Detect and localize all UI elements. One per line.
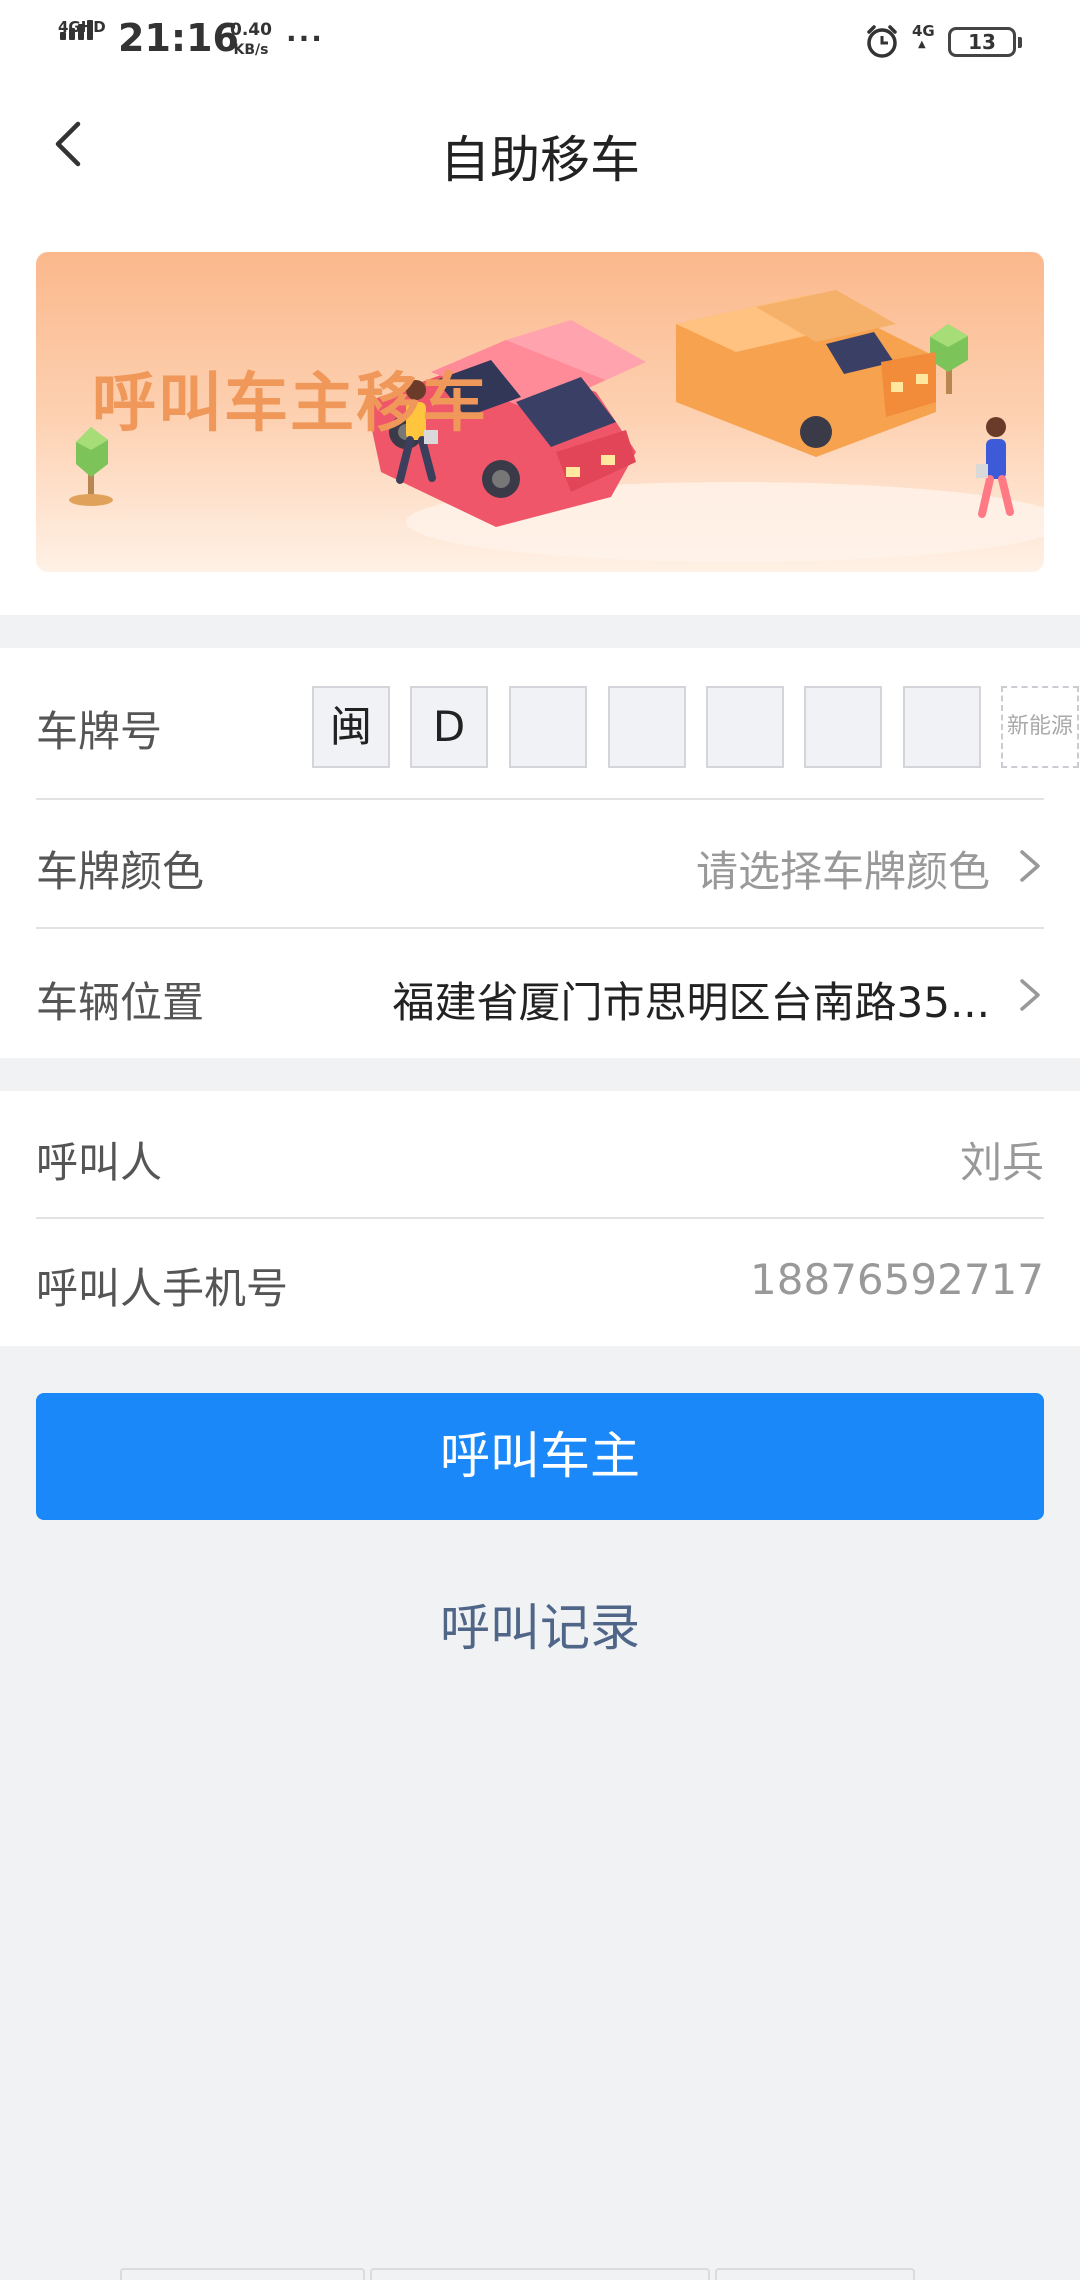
plate-char-cell[interactable] <box>804 686 882 768</box>
banner-section: 呼叫车主移车 <box>0 220 1080 615</box>
banner: 呼叫车主移车 <box>36 252 1044 572</box>
alarm-icon <box>867 25 897 58</box>
banner-title: 呼叫车主移车 <box>92 367 488 441</box>
plate-color-label: 车牌颜色 <box>36 847 205 896</box>
caller-phone-row: 呼叫人手机号 18876592717 <box>36 1219 1044 1346</box>
signal-icon: 4GHD <box>58 18 110 60</box>
vehicle-location-value: 福建省厦门市思明区台南路35... <box>392 978 991 1027</box>
vehicle-location-row[interactable]: 车辆位置 福建省厦门市思明区台南路35... <box>36 929 1044 1058</box>
network-type-right: 4G ▲ <box>912 22 935 50</box>
network-speed-value: 0.40 <box>230 20 272 40</box>
plate-color-row[interactable]: 车牌颜色 请选择车牌颜色 <box>36 800 1044 929</box>
call-records-link[interactable]: 呼叫记录 <box>0 1588 1080 1660</box>
plate-number-label: 车牌号 <box>36 707 163 756</box>
new-energy-plate-cell[interactable]: 新能源 <box>1001 686 1079 768</box>
chevron-right-icon <box>1020 979 1040 1011</box>
battery-level: 13 <box>968 30 996 54</box>
network-speed: 0.40 KB/s <box>229 20 273 60</box>
status-time: 21:16 <box>118 16 239 60</box>
call-owner-button[interactable]: 呼叫车主 <box>36 1393 1044 1520</box>
battery-icon: 13 <box>948 27 1022 57</box>
vehicle-location-label: 车辆位置 <box>36 978 205 1027</box>
bottom-edge <box>0 2268 1080 2280</box>
plate-char-cell[interactable] <box>608 686 686 768</box>
caller-phone-value: 18876592717 <box>750 1255 1044 1304</box>
plate-number-input[interactable]: 闽 D 新能源 <box>276 686 1079 768</box>
plate-char-cell[interactable]: D <box>410 686 488 768</box>
network-type-right-label: 4G <box>912 22 935 40</box>
plate-number-row: 车牌号 闽 D 新能源 <box>36 648 1079 800</box>
plate-char-cell[interactable] <box>509 686 587 768</box>
page-title: 自助移车 <box>440 131 640 189</box>
chevron-right-icon <box>1020 850 1040 882</box>
plate-char-cell[interactable] <box>706 686 784 768</box>
caller-name-label: 呼叫人 <box>36 1138 163 1187</box>
plate-char-cell[interactable] <box>903 686 981 768</box>
plate-char-cell[interactable]: 闽 <box>312 686 390 768</box>
status-bar: 4GHD 21:16 0.40 KB/s ··· 4G ▲ 13 <box>0 0 1080 80</box>
network-speed-unit: KB/s <box>233 42 269 58</box>
orange-car <box>676 290 936 457</box>
vehicle-info-section: 车牌号 闽 D 新能源 车牌颜色 请选择车牌颜色 车辆位置 福建省厦门市思明区台… <box>0 648 1080 1058</box>
more-notifications-icon: ··· <box>286 22 324 55</box>
nav-bar: 自助移车 <box>0 80 1080 220</box>
plate-color-placeholder: 请选择车牌颜色 <box>695 847 990 896</box>
caller-info-section: 呼叫人 刘兵 呼叫人手机号 18876592717 <box>0 1091 1080 1346</box>
caller-name-value: 刘兵 <box>959 1138 1044 1187</box>
caller-phone-label: 呼叫人手机号 <box>36 1264 289 1313</box>
caller-name-row: 呼叫人 刘兵 <box>36 1091 1044 1219</box>
